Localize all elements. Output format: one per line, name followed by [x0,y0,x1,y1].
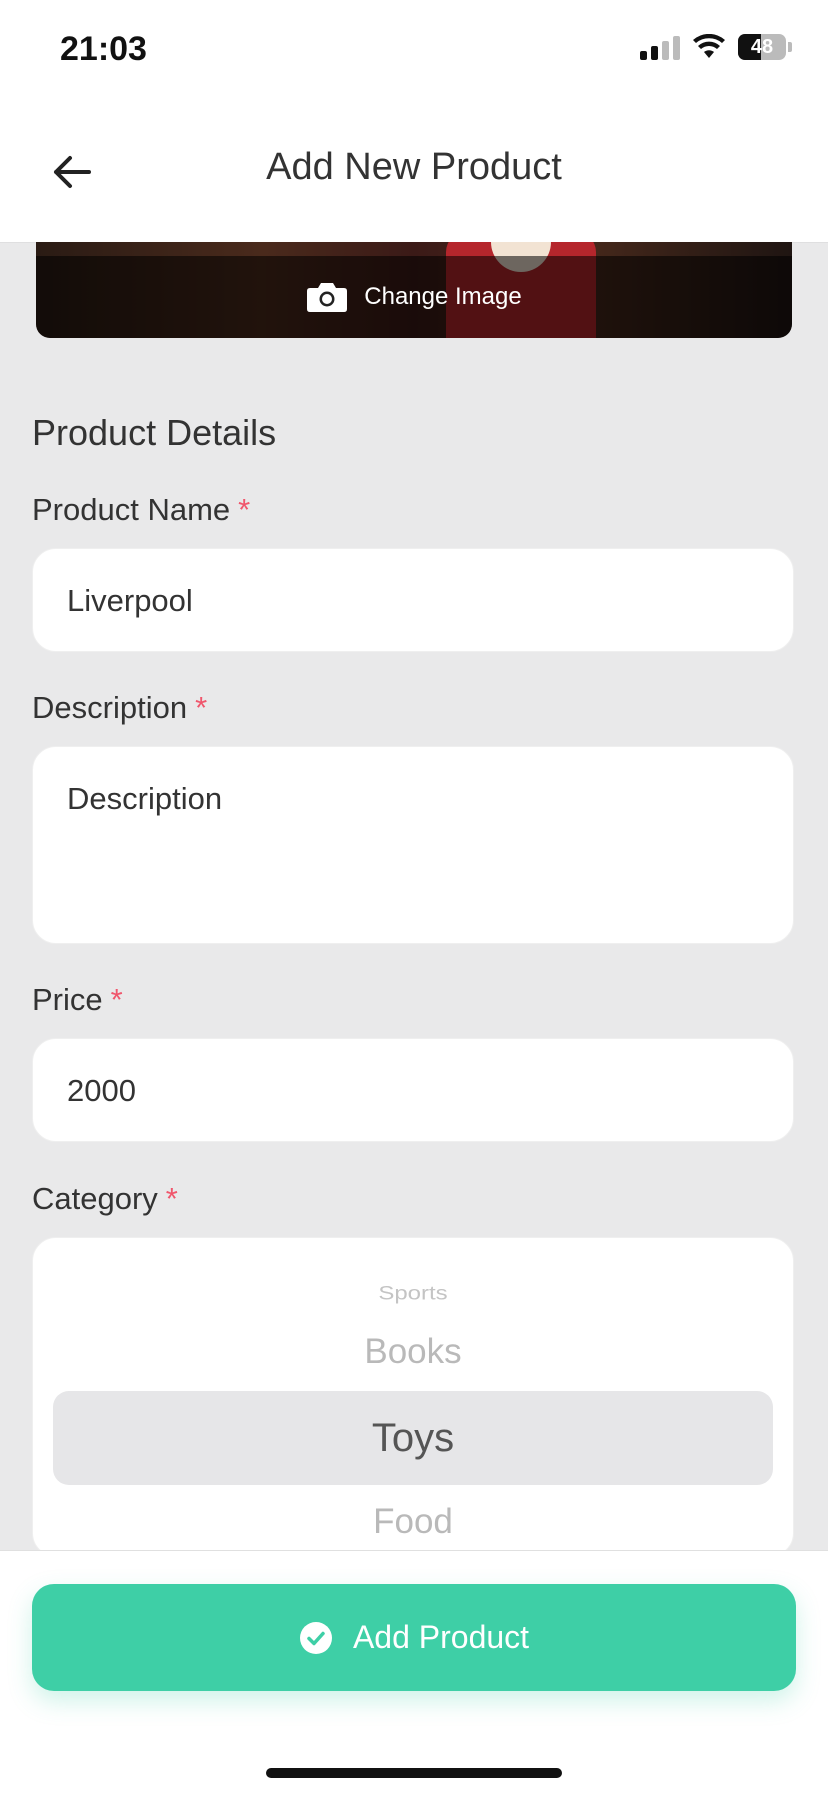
price-label: Price * [32,982,123,1018]
description-input[interactable]: Description [32,746,794,944]
required-mark: * [238,492,251,527]
battery-icon: 48 [738,34,786,60]
category-picker[interactable]: Sports Books Toys Food [32,1237,794,1557]
picker-option[interactable]: Books [33,1332,793,1372]
camera-icon [307,283,348,312]
product-image[interactable]: Change Image [36,242,792,338]
status-time: 21:03 [60,30,147,68]
signal-icon [640,34,680,60]
description-label-text: Description [32,690,188,725]
wifi-icon [693,34,725,58]
picker-option[interactable]: Food [33,1502,793,1542]
picker-option[interactable]: Sports [33,1283,793,1305]
bottom-action-bar: Add Product [0,1550,828,1793]
required-mark: * [165,1181,178,1216]
required-mark: * [110,982,123,1017]
price-value: 2000 [67,1073,136,1108]
picker-option-selected[interactable]: Toys [33,1416,793,1461]
price-input[interactable]: 2000 [32,1038,794,1142]
product-name-value: Liverpool [67,583,193,618]
price-label-text: Price [32,982,103,1017]
status-icons: 48 [640,34,792,60]
category-label-text: Category [32,1181,158,1216]
product-name-input[interactable]: Liverpool [32,548,794,652]
change-image-label: Change Image [364,283,522,310]
add-product-button[interactable]: Add Product [32,1584,796,1691]
change-image-button[interactable]: Change Image [36,256,792,338]
required-mark: * [195,690,208,725]
page-title: Add New Product [266,146,562,188]
battery-level: 48 [750,35,774,58]
description-label: Description * [32,690,207,726]
product-name-label: Product Name * [32,492,250,528]
section-title: Product Details [32,412,277,453]
product-name-label-text: Product Name [32,492,231,527]
nav-header: Add New Product [0,100,828,242]
category-label: Category * [32,1181,178,1217]
check-circle-icon [299,1621,332,1654]
add-product-label: Add Product [352,1619,530,1655]
status-bar: 21:03 48 [0,0,828,100]
description-placeholder: Description [67,781,223,816]
home-indicator [266,1768,562,1778]
